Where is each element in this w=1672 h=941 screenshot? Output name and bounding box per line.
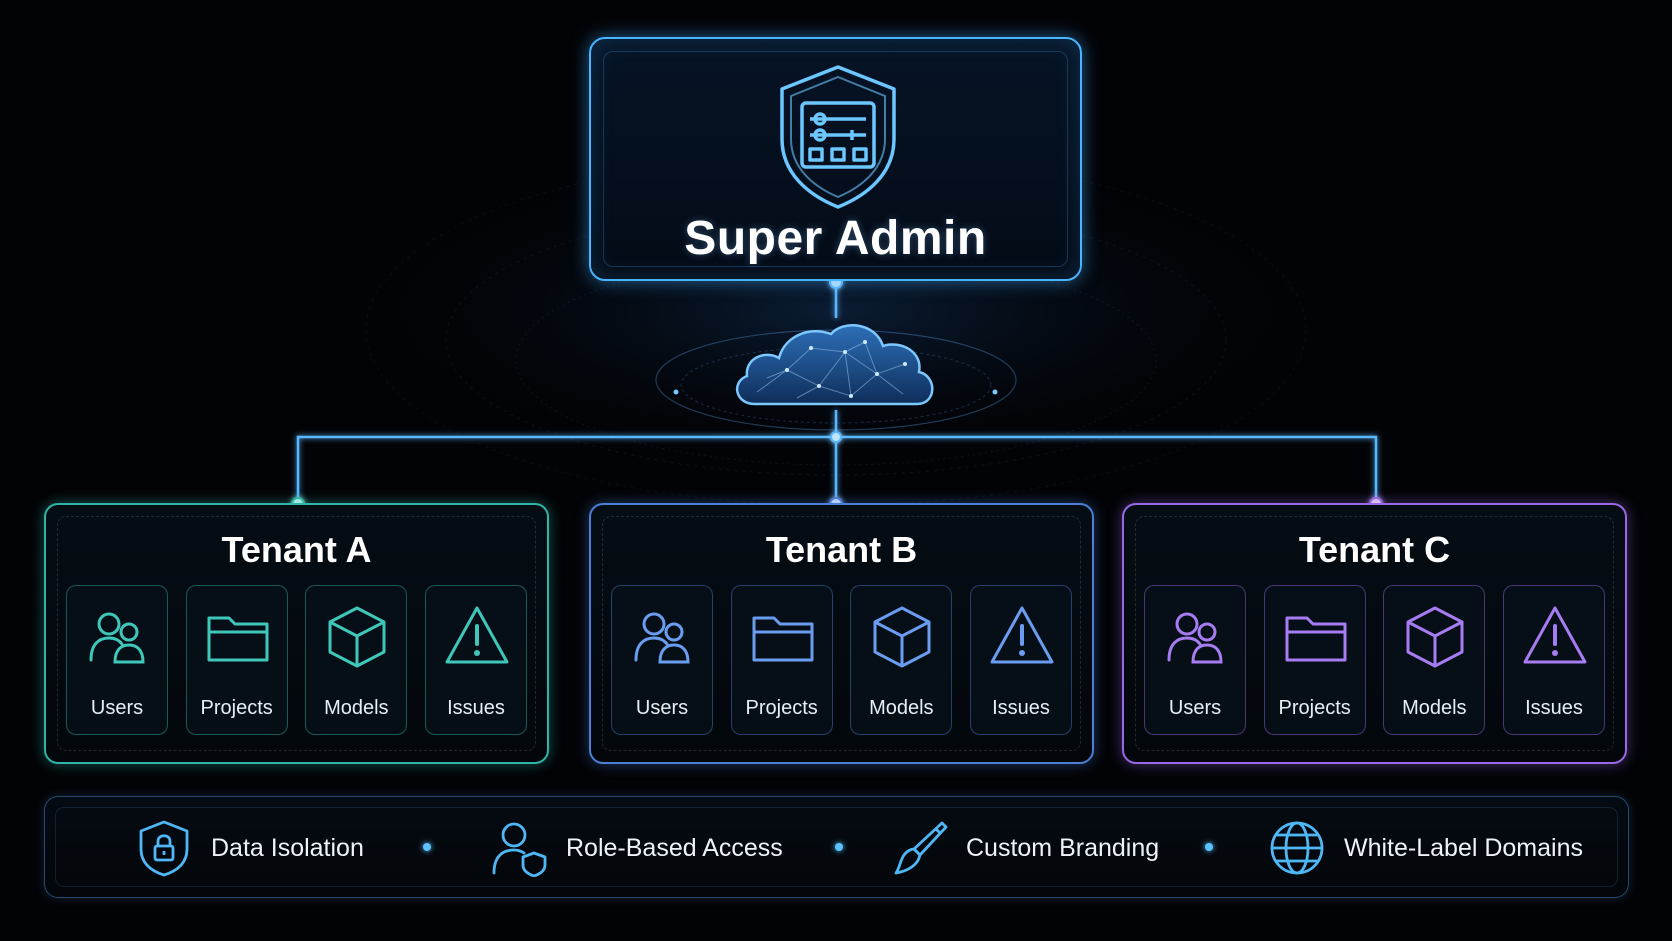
architecture-diagram: Super Admin Tenant A Users Projects Mode… (0, 0, 1672, 941)
warning-icon (445, 606, 509, 664)
module-label: Users (1168, 697, 1222, 719)
lock-shield-icon (139, 820, 189, 877)
module-models[interactable]: Models (305, 585, 408, 735)
folder-icon (1285, 616, 1347, 662)
users-icon (634, 612, 690, 664)
module-label: Models (869, 697, 934, 719)
shield-settings-icon (780, 65, 896, 209)
tenant-a-panel: Tenant A Users Projects Models Issues (44, 503, 549, 764)
module-label: Models (1402, 697, 1467, 719)
module-label: Projects (1278, 697, 1351, 719)
features-bar: Data Isolation Role-Based Access Custom … (44, 796, 1629, 898)
cube-icon (1406, 606, 1464, 668)
module-label: Users (90, 697, 144, 719)
tenant-title: Tenant C (1298, 529, 1451, 570)
module-users[interactable]: Users (1144, 585, 1246, 735)
module-issues[interactable]: Issues (969, 585, 1072, 735)
warning-icon (1523, 606, 1587, 664)
feature-data-isolation: Data Isolation (135, 797, 364, 899)
feature-role-based-access: Role-Based Access (490, 797, 783, 899)
module-label: Issues (447, 697, 505, 719)
module-projects[interactable]: Projects (730, 585, 833, 735)
tenant-title: Tenant A (221, 529, 372, 570)
tenant-b-panel: Tenant B Users Projects Models Issues (589, 503, 1094, 764)
cube-icon (328, 606, 386, 668)
module-label: Issues (992, 697, 1050, 719)
users-icon (1167, 612, 1223, 664)
super-admin-title: Super Admin (684, 212, 987, 265)
tenant-c-panel: Tenant C Users Projects Models Issues (1122, 503, 1627, 764)
module-label: Users (635, 697, 689, 719)
users-icon (89, 612, 145, 664)
module-models[interactable]: Models (850, 585, 953, 735)
super-admin-node: Super Admin (589, 37, 1082, 281)
separator-dot (1205, 843, 1213, 851)
module-projects[interactable]: Projects (1263, 585, 1366, 735)
module-issues[interactable]: Issues (424, 585, 527, 735)
feature-label: White-Label Domains (1344, 833, 1583, 862)
warning-icon (990, 606, 1054, 664)
module-label: Projects (200, 697, 273, 719)
feature-white-label-domains: White-Label Domains (1268, 797, 1583, 899)
tenant-title: Tenant B (765, 529, 918, 570)
folder-icon (752, 616, 814, 662)
user-shield-icon (492, 822, 547, 877)
feature-label: Role-Based Access (566, 833, 783, 862)
module-label: Issues (1525, 697, 1583, 719)
globe-icon (1270, 821, 1324, 875)
paintbrush-icon (894, 821, 948, 875)
folder-icon (207, 616, 269, 662)
module-label: Projects (745, 697, 818, 719)
feature-label: Custom Branding (966, 833, 1160, 862)
feature-custom-branding: Custom Branding (890, 797, 1159, 899)
module-models[interactable]: Models (1383, 585, 1486, 735)
module-projects[interactable]: Projects (185, 585, 288, 735)
cloud-network-icon (735, 324, 934, 406)
separator-dot (835, 843, 843, 851)
module-users[interactable]: Users (66, 585, 168, 735)
module-users[interactable]: Users (611, 585, 713, 735)
feature-label: Data Isolation (211, 833, 364, 862)
module-issues[interactable]: Issues (1502, 585, 1605, 735)
module-label: Models (324, 697, 389, 719)
cube-icon (873, 606, 931, 668)
separator-dot (423, 843, 431, 851)
